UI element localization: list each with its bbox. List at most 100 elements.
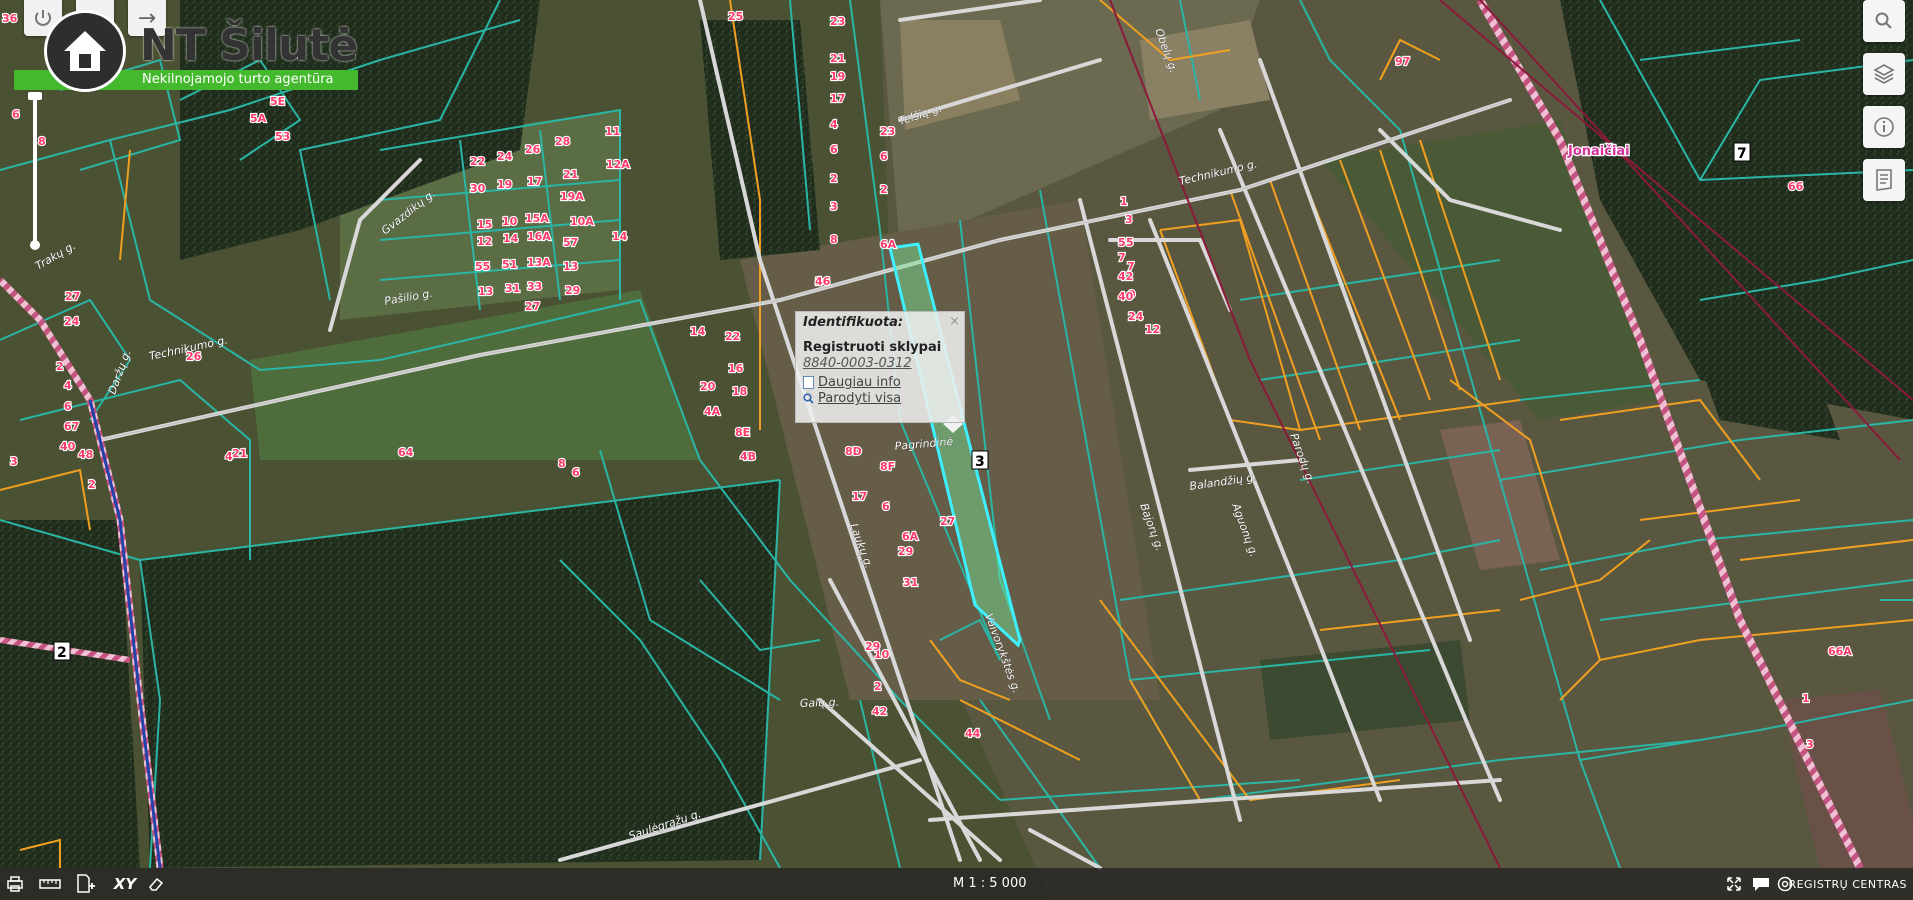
parcel-id-link[interactable]: 8840-0003-0312 (803, 356, 957, 371)
house-number: 14 (503, 232, 519, 245)
house-number: 40 (60, 440, 76, 453)
house-number: 6A (902, 530, 919, 543)
show-all-label: Parodyti visa (818, 391, 902, 406)
house-number: 12 (1145, 323, 1160, 336)
house-number: 44 (965, 727, 981, 740)
house-number: 10A (570, 215, 594, 228)
more-info-link[interactable]: Daugiau info (803, 375, 957, 390)
house-number: 51 (502, 258, 517, 271)
add-document-icon (77, 874, 95, 893)
house-number: 6 (572, 466, 580, 479)
identify-popup: Identifikuota: × Registruoti sklypai 884… (795, 311, 965, 423)
map-canvas[interactable]: Technikumo g. Technikumo g. Telšių g. Gv… (0, 0, 1913, 900)
xy-icon[interactable]: XY (112, 874, 138, 894)
house-number: 3 (1806, 738, 1814, 751)
house-number: 97 (1395, 55, 1410, 68)
add-document-button[interactable] (74, 874, 98, 894)
eraser-icon (149, 877, 164, 891)
house-number: 27 (65, 290, 80, 303)
house-number: 6 (64, 400, 72, 413)
house-number: 2 (56, 360, 64, 373)
house-number: 15 (477, 218, 492, 231)
house-number: 29 (565, 284, 580, 297)
house-number: 40 (1118, 290, 1134, 303)
house-number: 14 (690, 325, 706, 338)
house-number: 4 (225, 450, 233, 463)
house-number: 5A (250, 112, 267, 125)
house-number: 8 (558, 457, 566, 470)
house-number: 1 (1802, 692, 1810, 705)
house-number: 25 (728, 10, 743, 23)
road-number-left: 2 (53, 641, 71, 661)
eraser-button[interactable] (146, 874, 166, 894)
house-number: 21 (563, 168, 578, 181)
legend-button[interactable] (1863, 159, 1905, 201)
house-number: 6 (880, 150, 888, 163)
house-number: 20 (700, 380, 716, 393)
house-number: 33 (527, 280, 542, 293)
house-number: 11 (605, 125, 620, 138)
house-number: 10 (502, 215, 518, 228)
house-number: 26 (186, 350, 202, 363)
house-number: 4 (64, 379, 72, 392)
house-number: 26 (525, 143, 541, 156)
forest-left (0, 520, 140, 868)
house-number: 5 (1118, 236, 1126, 249)
house-number: 18 (732, 385, 747, 398)
brand-logo: Nekilnojamojo turto agentūra NT Šilutė (14, 10, 358, 92)
house-number: 17 (527, 175, 542, 188)
house-number: 27 (525, 300, 540, 313)
house-number: 21 (232, 447, 247, 460)
house-number: 42 (872, 705, 887, 718)
house-number: 2 (874, 680, 882, 693)
layers-button[interactable] (1863, 53, 1905, 95)
zoom-slider[interactable] (28, 92, 42, 252)
search-button[interactable] (1863, 0, 1905, 42)
house-number: 55 (475, 260, 490, 273)
house-number: 3 (10, 455, 18, 468)
house-number: 8E (735, 426, 750, 439)
popup-close-button[interactable]: × (949, 314, 960, 329)
more-info-label: Daugiau info (818, 375, 901, 390)
house-number: 23 (880, 125, 895, 138)
fullscreen-icon (1727, 877, 1741, 891)
house-number: 5 (1126, 236, 1134, 249)
search-icon (1875, 12, 1892, 29)
house-number: 6A (880, 238, 897, 251)
fullscreen-button[interactable] (1724, 874, 1744, 894)
house-number: 21 (830, 52, 845, 65)
house-number: 66 (1788, 180, 1804, 193)
house-number: 31 (505, 282, 520, 295)
zoom-handle[interactable] (28, 92, 42, 100)
house-number: 31 (903, 576, 918, 589)
house-number: 8D (845, 445, 862, 458)
map-scale: M 1 : 5 000 (953, 876, 1027, 891)
house-number: 19A (560, 190, 584, 203)
house-number: 5E (270, 95, 285, 108)
house-number: 3 (1125, 213, 1133, 226)
svg-text:3: 3 (975, 454, 985, 470)
info-icon (1874, 117, 1894, 137)
measure-button[interactable] (38, 874, 62, 894)
chat-button[interactable] (1750, 874, 1772, 894)
house-number: 48 (78, 448, 93, 461)
house-number: 57 (563, 236, 578, 249)
show-all-link[interactable]: Parodyti visa (803, 391, 957, 406)
house-number: 22 (470, 155, 485, 168)
zoom-min-handle[interactable] (30, 240, 40, 250)
house-number: 19 (497, 178, 512, 191)
legend-icon (1876, 169, 1892, 191)
house-number: 6 (12, 108, 20, 121)
house-number: 19 (830, 70, 845, 83)
house-number: 46 (815, 275, 831, 288)
house-number: 29 (898, 545, 913, 558)
house-number: 6 (830, 143, 838, 156)
house-number: 24 (1128, 310, 1144, 323)
chat-icon (1753, 878, 1769, 891)
print-icon (7, 876, 23, 892)
print-button[interactable] (4, 874, 26, 894)
house-number: 4A (704, 405, 721, 418)
info-button[interactable] (1863, 106, 1905, 148)
house-number: 17 (852, 490, 867, 503)
house-number: 17 (830, 92, 845, 105)
